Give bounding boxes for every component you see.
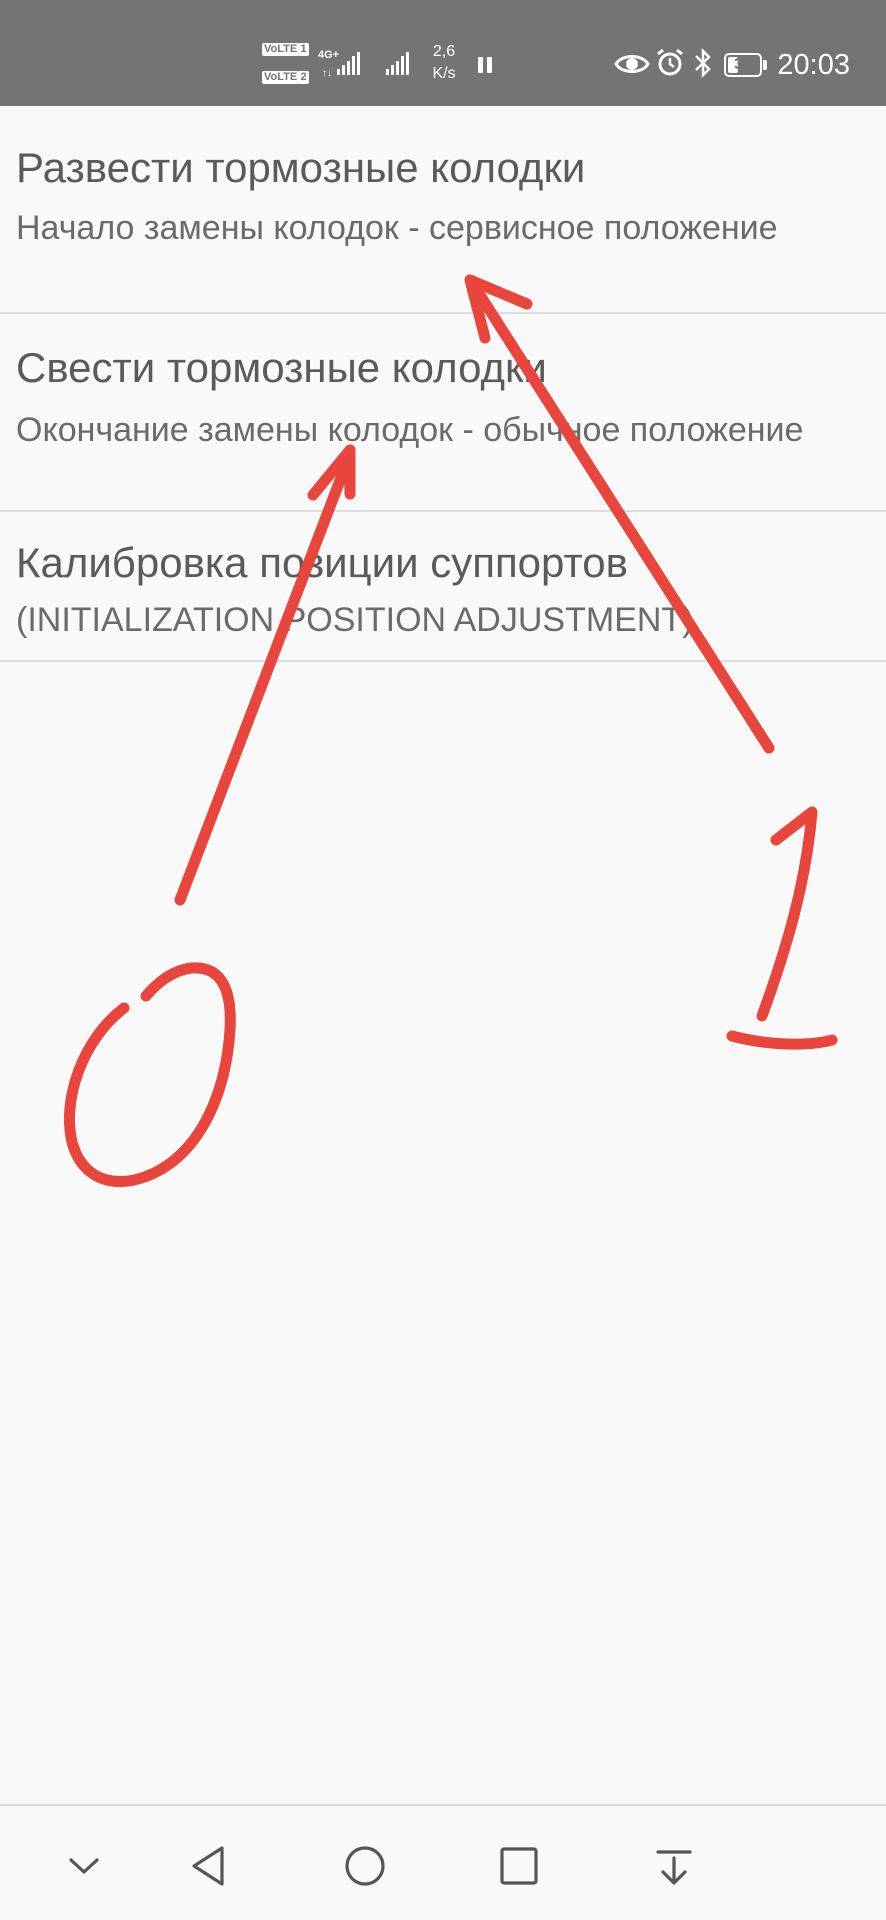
list-item-caliper-calibration[interactable]: Калибровка позиции суппортов (INITIALIZA… — [0, 512, 886, 662]
volte-icon: VoLTE — [262, 43, 300, 56]
clock: 20:03 — [777, 49, 850, 81]
annotation-digit-1 — [756, 806, 818, 1022]
home-icon[interactable] — [341, 1842, 389, 1890]
svg-text:↑↓: ↑↓ — [322, 68, 332, 79]
sim1-number: 1 — [298, 43, 309, 56]
volte-icon: VoLTE — [262, 71, 300, 84]
signal-icon — [386, 52, 409, 75]
item-subtitle: (INITIALIZATION POSITION ADJUSTMENT) — [16, 601, 694, 639]
item-title: Развести тормозные колодки — [16, 144, 586, 191]
list-item-open-brake-pads[interactable]: Развести тормозные колодки Начало замены… — [0, 106, 886, 314]
recents-icon[interactable] — [495, 1842, 543, 1890]
annotation-digit-0 — [63, 962, 236, 1187]
item-title: Свести тормозные колодки — [16, 344, 547, 391]
navigation-bar — [0, 1804, 886, 1920]
battery-level: 32 — [734, 56, 752, 73]
item-subtitle: Окончание замены колодок - обычное полож… — [16, 411, 804, 449]
data-speed-value: 2,6 — [432, 43, 456, 60]
annotation-digit-1-base — [726, 1030, 838, 1050]
list-item-close-brake-pads[interactable]: Свести тормозные колодки Окончание замен… — [0, 314, 886, 512]
sim2-number: 2 — [298, 71, 309, 84]
item-title: Калибровка позиции суппортов — [16, 539, 628, 586]
pause-icon — [478, 57, 492, 73]
eye-comfort-icon — [614, 55, 650, 73]
notification-pull-icon[interactable] — [650, 1842, 698, 1890]
alarm-icon — [657, 48, 683, 76]
back-icon[interactable] — [186, 1842, 234, 1890]
data-speed-unit: K/s — [432, 65, 456, 82]
item-subtitle: Начало замены колодок - сервисное положе… — [16, 209, 778, 247]
chevron-down-icon[interactable] — [60, 1842, 108, 1890]
status-bar: VoLTE 1 VoLTE 2 4G+ ↑↓ 2,6 K/s 32 20:03 — [0, 0, 886, 106]
bluetooth-icon — [695, 47, 711, 79]
battery-icon: 32 — [724, 53, 762, 77]
settings-list: Развести тормозные колодки Начало замены… — [0, 106, 886, 662]
signal-icon: ↑↓ — [322, 52, 360, 79]
screen: VoLTE 1 VoLTE 2 4G+ ↑↓ 2,6 K/s 32 20:03 … — [0, 0, 886, 1920]
battery-tip — [763, 60, 767, 70]
